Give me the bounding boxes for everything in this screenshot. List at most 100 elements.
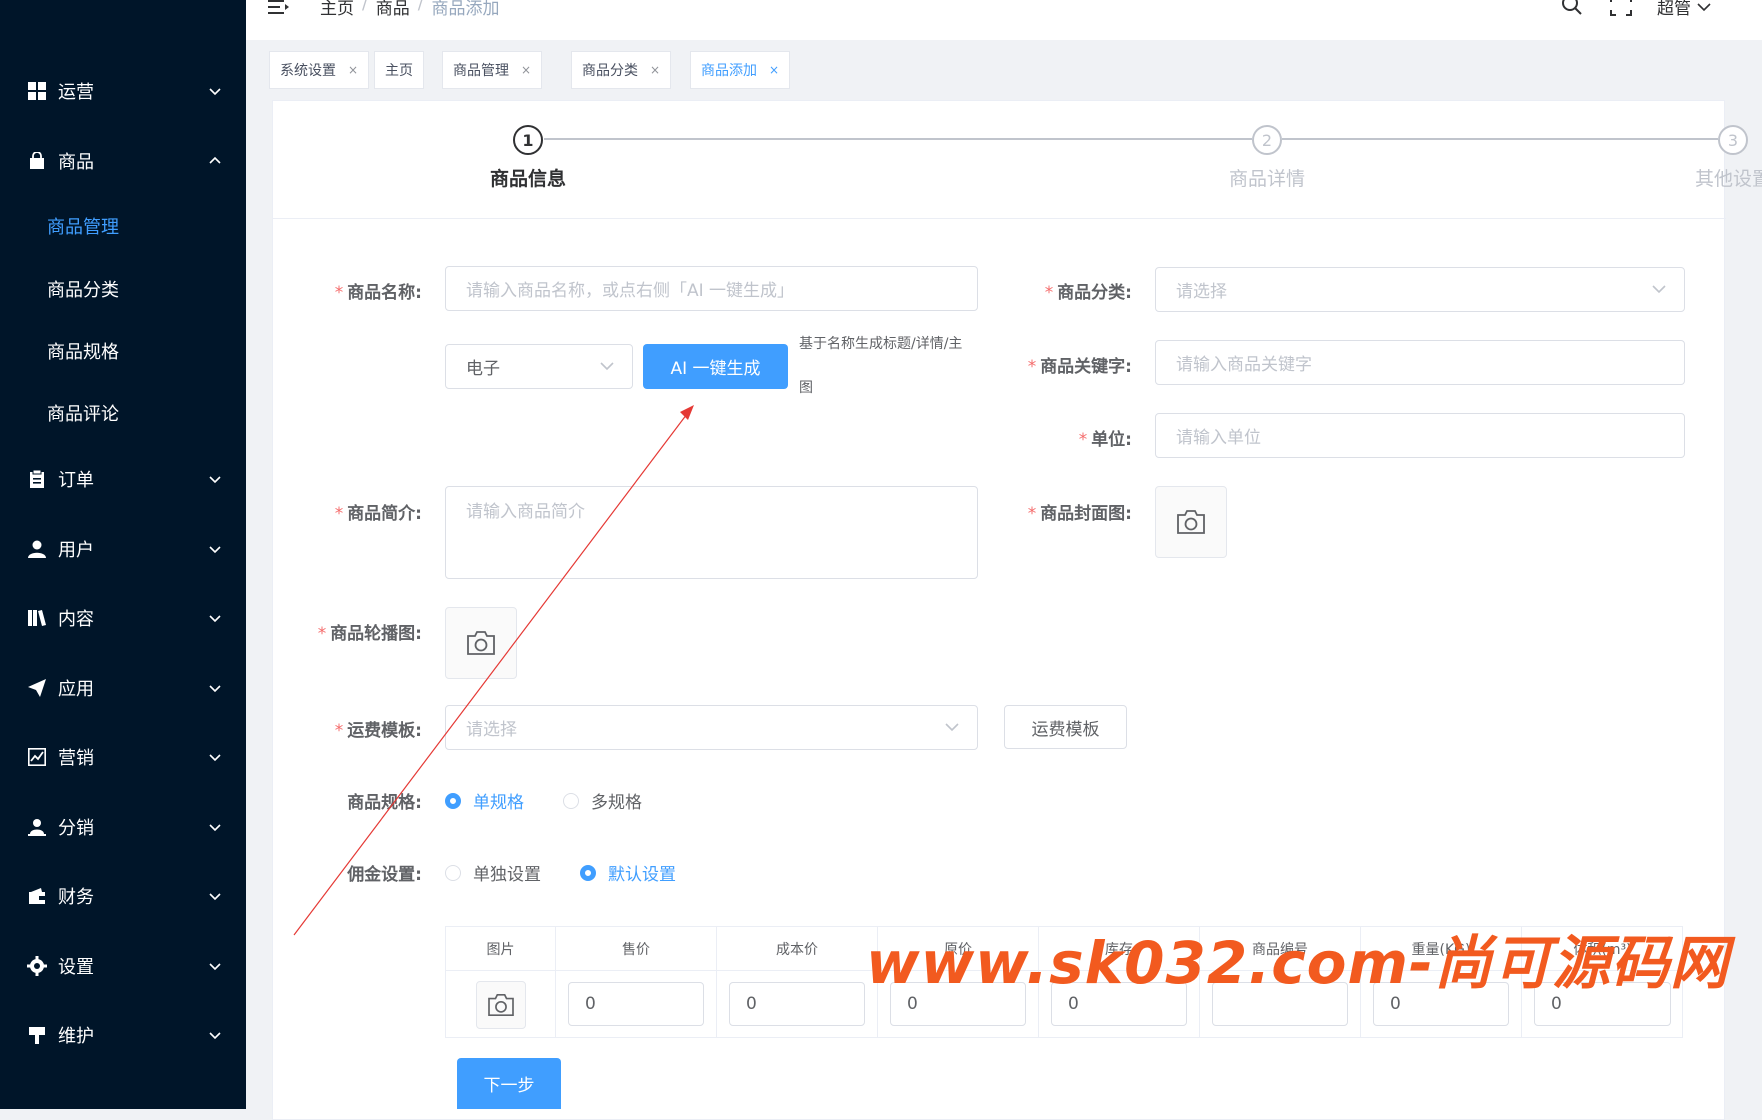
freight-select[interactable]: 请选择	[445, 705, 978, 750]
user-stand-icon	[27, 817, 47, 837]
intro-textarea[interactable]: 请输入商品简介	[445, 486, 978, 579]
sidebar-item-maintenance[interactable]: 维护	[0, 1007, 246, 1063]
sidebar-item-operations[interactable]: 运营	[0, 63, 246, 119]
paper-plane-icon	[27, 678, 47, 698]
ai-hint-line1: 基于名称生成标题/详情/主	[799, 336, 963, 352]
freight-placeholder: 请选择	[466, 720, 517, 740]
sku-cell-cost: 0	[717, 971, 878, 1038]
fullscreen-icon[interactable]	[1610, 0, 1632, 16]
gear-icon	[27, 956, 47, 976]
sidebar-item-label: 运营	[58, 82, 94, 103]
chevron-down-icon	[600, 362, 614, 371]
chevron-down-icon	[209, 1032, 221, 1040]
chevron-down-icon	[209, 893, 221, 901]
sku-col-cost: 成本价	[717, 927, 878, 971]
chevron-down-icon	[209, 754, 221, 762]
sidebar-subitem-product-category[interactable]: 商品分类	[0, 265, 246, 313]
step-2-label: 商品详情	[1228, 168, 1305, 190]
commission-default-radio[interactable]: 默认设置	[580, 860, 676, 885]
breadcrumb-products[interactable]: 商品	[376, 0, 410, 19]
chevron-down-icon	[1652, 285, 1666, 294]
sku-image-uploader[interactable]	[476, 981, 526, 1029]
chevron-down-icon	[209, 685, 221, 693]
unit-input[interactable]: 请输入单位	[1155, 413, 1685, 458]
cover-uploader[interactable]	[1155, 486, 1227, 558]
breadcrumb-separator: /	[362, 0, 368, 14]
spec-label: 商品规格:	[347, 793, 422, 813]
chevron-down-icon	[209, 476, 221, 484]
radio-dot	[563, 792, 579, 809]
tag-product-category[interactable]: 商品分类 ×	[571, 51, 672, 89]
spec-single-radio[interactable]: 单规格	[445, 788, 524, 813]
step-1-circle: 1	[513, 125, 543, 155]
sidebar-item-finance[interactable]: 财务	[0, 868, 246, 924]
sidebar-item-settings[interactable]: 设置	[0, 938, 246, 994]
radio-dot	[445, 864, 461, 881]
breadcrumb: 主页 / 商品 / 商品添加	[320, 0, 499, 19]
carousel-label: * 商品轮播图:	[317, 624, 422, 644]
search-icon[interactable]	[1561, 0, 1583, 16]
sidebar-subitem-product-manage[interactable]: 商品管理	[0, 202, 246, 250]
camera-icon	[467, 631, 495, 655]
shopping-bag-icon	[27, 151, 47, 171]
tag-product-manage[interactable]: 商品管理 ×	[442, 51, 543, 89]
step-connector	[1282, 138, 1718, 140]
camera-icon	[488, 994, 514, 1016]
breadcrumb-current: 商品添加	[431, 0, 500, 19]
category-select[interactable]: 请选择	[1155, 267, 1685, 312]
commission-default-label: 默认设置	[608, 865, 676, 885]
spec-multi-radio[interactable]: 多规格	[563, 788, 642, 813]
ai-type-value: 电子	[466, 359, 500, 379]
step-2-circle: 2	[1252, 125, 1282, 155]
freight-label: * 运费模板:	[334, 721, 422, 741]
ai-type-select[interactable]: 电子	[445, 344, 633, 389]
ai-generate-button[interactable]: AI 一键生成	[643, 344, 788, 389]
sidebar-item-label: 设置	[58, 957, 94, 978]
sku-col-image: 图片	[446, 927, 556, 971]
sidebar-item-label: 维护	[58, 1026, 94, 1047]
tag-system-settings[interactable]: 系统设置 ×	[269, 51, 370, 89]
commission-single-radio[interactable]: 单独设置	[445, 860, 541, 885]
sidebar-item-users[interactable]: 用户	[0, 521, 246, 577]
breadcrumb-home[interactable]: 主页	[320, 0, 354, 19]
tag-home[interactable]: 主页	[374, 51, 424, 89]
close-icon[interactable]: ×	[521, 63, 531, 77]
sidebar-item-label: 财务	[58, 887, 94, 908]
sidebar-subitem-product-spec[interactable]: 商品规格	[0, 327, 246, 375]
sidebar-item-content[interactable]: 内容	[0, 590, 246, 646]
close-icon[interactable]: ×	[650, 63, 660, 77]
user-icon	[27, 539, 47, 559]
steps: 1 商品信息 2 商品详情 3 其他设置	[273, 101, 1762, 219]
sidebar-item-products[interactable]: 商品	[0, 133, 246, 189]
user-name: 超管	[1657, 0, 1691, 19]
sidebar-item-marketing[interactable]: 营销	[0, 729, 246, 785]
sidebar-item-label: 订单	[58, 470, 94, 491]
sidebar-item-apps[interactable]: 应用	[0, 660, 246, 716]
tag-label: 主页	[385, 63, 413, 79]
sidebar-subitem-product-review[interactable]: 商品评论	[0, 389, 246, 437]
user-dropdown[interactable]: 超管	[1657, 0, 1711, 19]
watermark: www.sk032.com-尚可源码网	[866, 929, 1730, 997]
top-header: 主页 / 商品 / 商品添加 超管	[246, 0, 1762, 40]
sidebar-item-label: 内容	[58, 609, 94, 630]
freight-template-button[interactable]: 运费模板	[1004, 705, 1127, 749]
close-icon[interactable]: ×	[348, 63, 358, 77]
keyword-input[interactable]: 请输入商品关键字	[1155, 340, 1685, 385]
product-name-label: * 商品名称:	[334, 283, 422, 303]
step-connector	[544, 138, 1252, 140]
tag-product-add[interactable]: 商品添加 ×	[690, 51, 791, 89]
product-name-input[interactable]: 请输入商品名称，或点右侧「AI 一键生成」	[445, 266, 978, 311]
close-icon[interactable]: ×	[769, 63, 779, 77]
chevron-down-icon	[209, 615, 221, 623]
sku-cost-input[interactable]: 0	[729, 982, 865, 1026]
sidebar-item-orders[interactable]: 订单	[0, 451, 246, 507]
menu-fold-icon[interactable]	[268, 0, 290, 16]
sku-price-input[interactable]: 0	[568, 982, 704, 1026]
sidebar-item-distribution[interactable]: 分销	[0, 799, 246, 855]
sidebar-item-label: 商品	[58, 152, 94, 173]
ai-hint-line2: 图	[799, 380, 813, 396]
next-step-button[interactable]: 下一步	[457, 1058, 561, 1109]
carousel-uploader[interactable]	[445, 607, 517, 679]
cover-label: * 商品封面图:	[1027, 504, 1132, 524]
keyword-label: * 商品关键字:	[1027, 357, 1132, 377]
